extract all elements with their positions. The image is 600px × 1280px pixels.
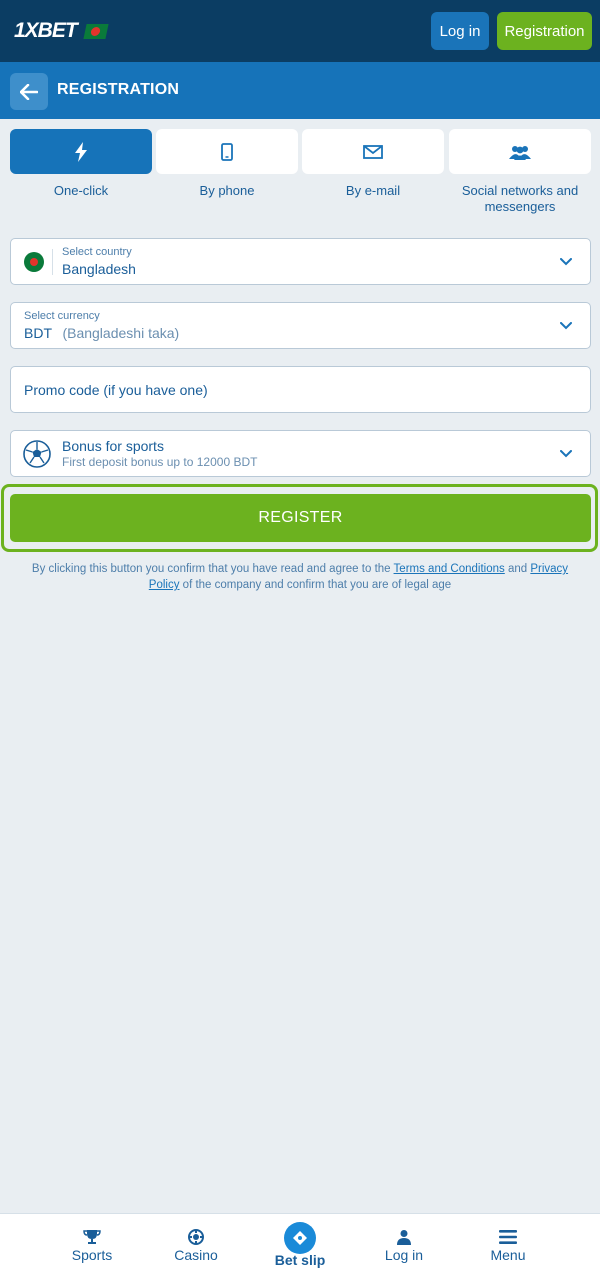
tab-label-social: Social networks and messengers	[461, 183, 579, 214]
chevron-down-icon	[560, 450, 572, 458]
user-icon	[393, 1226, 415, 1248]
terms-link[interactable]: Terms and Conditions	[394, 563, 505, 575]
back-button[interactable]	[10, 73, 48, 110]
nav-label-menu: Menu	[490, 1247, 526, 1263]
disclaimer-and: and	[504, 563, 531, 575]
tab-social-networks[interactable]	[449, 129, 591, 174]
top-header: 1XBET Log in Registration	[0, 0, 600, 62]
country-caption: Select country	[62, 246, 132, 258]
disclaimer-text-1: By clicking this button you confirm that…	[31, 563, 394, 575]
tab-label-one-click: One-click	[53, 183, 109, 198]
trophy-icon	[81, 1226, 103, 1248]
nav-label-log-in: Log in	[384, 1247, 424, 1263]
legal-disclaimer: By clicking this button you confirm that…	[16, 561, 584, 593]
lightning-icon	[75, 141, 87, 162]
register-button[interactable]: REGISTER	[10, 494, 591, 542]
disclaimer-text-2: of the company and confirm that you are …	[179, 579, 452, 591]
promo-code-placeholder: Promo code (if you have one)	[24, 382, 208, 398]
bonus-title: Bonus for sports	[62, 438, 164, 454]
country-select[interactable]: Select country Bangladesh	[10, 238, 591, 285]
registration-button[interactable]: Registration	[497, 12, 592, 50]
title-bar: REGISTRATION	[0, 62, 600, 119]
login-button[interactable]: Log in	[431, 12, 489, 50]
chevron-down-icon	[560, 258, 572, 266]
ticket-icon	[284, 1222, 316, 1254]
country-value: Bangladesh	[62, 261, 136, 277]
chip-icon	[185, 1226, 207, 1248]
tab-by-phone[interactable]	[156, 129, 298, 174]
nav-casino[interactable]: Casino	[144, 1214, 248, 1280]
currency-select[interactable]: Select currency BDT (Bangladeshi taka)	[10, 302, 591, 349]
nav-menu[interactable]: Menu	[456, 1214, 560, 1280]
logo[interactable]: 1XBET	[14, 19, 109, 42]
currency-code: BDT	[24, 325, 52, 341]
promo-code-field[interactable]: Promo code (if you have one)	[10, 366, 591, 413]
envelope-icon	[363, 144, 383, 159]
hamburger-icon	[497, 1226, 519, 1248]
logo-text: 1XBET	[14, 19, 78, 42]
currency-caption: Select currency	[24, 310, 100, 322]
nav-label-bet-slip: Bet slip	[274, 1252, 326, 1268]
nav-sports[interactable]: Sports	[40, 1214, 144, 1280]
soccer-ball-icon	[23, 440, 51, 468]
tab-label-by-phone: By phone	[199, 183, 255, 198]
country-flag-icon	[24, 252, 44, 272]
bottom-navigation: Sports Casino Bet slip Log in Menu	[0, 1213, 600, 1280]
nav-log-in[interactable]: Log in	[352, 1214, 456, 1280]
phone-icon	[221, 142, 233, 161]
field-divider	[52, 249, 53, 275]
currency-name: (Bangladeshi taka)	[62, 325, 180, 341]
tab-label-by-email: By e-mail	[345, 183, 401, 198]
bangladesh-flag-icon	[83, 23, 109, 39]
nav-label-sports: Sports	[71, 1247, 113, 1263]
chevron-down-icon	[560, 322, 572, 330]
bonus-subtitle: First deposit bonus up to 12000 BDT	[62, 455, 258, 469]
currency-value: BDT (Bangladeshi taka)	[24, 325, 179, 343]
nav-label-casino: Casino	[174, 1247, 218, 1263]
page-title: REGISTRATION	[57, 81, 180, 98]
arrow-left-icon	[20, 83, 38, 100]
tab-by-email[interactable]	[302, 129, 444, 174]
bonus-select[interactable]: Bonus for sports First deposit bonus up …	[10, 430, 591, 477]
tab-one-click[interactable]	[10, 129, 152, 174]
people-icon	[509, 145, 531, 160]
nav-bet-slip[interactable]: Bet slip	[248, 1214, 352, 1280]
